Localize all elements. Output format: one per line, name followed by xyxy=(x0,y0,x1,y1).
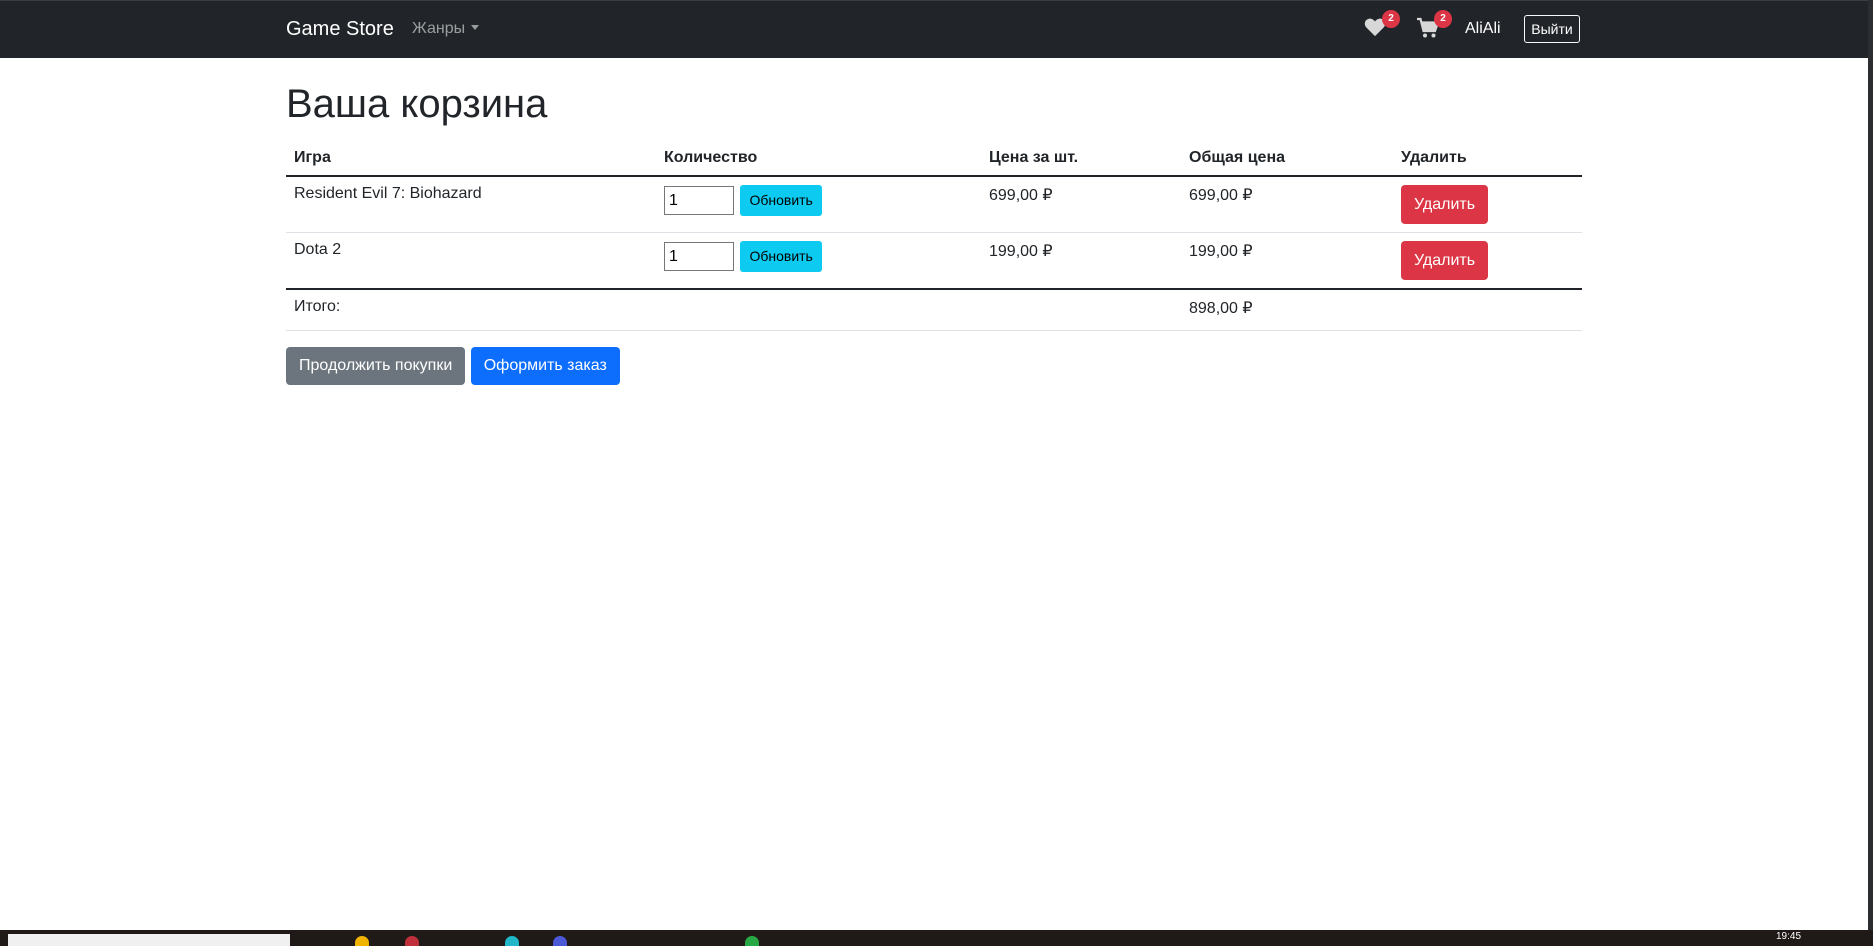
column-header-delete: Удалить xyxy=(1393,141,1582,177)
checkout-button[interactable]: Оформить заказ xyxy=(470,347,620,385)
taskbar-clock: 19:45 xyxy=(1776,931,1802,942)
cart-count-badge: 2 xyxy=(1434,10,1452,28)
total-row: Итого: 898,00 ₽ xyxy=(286,288,1582,331)
page: Game Store Жанры 2 2 AliAli Выйти Ваша к… xyxy=(0,0,1873,946)
genres-label: Жанры xyxy=(412,20,466,37)
cart-link[interactable]: 2 xyxy=(1416,10,1452,41)
unit-price: 199,00 ₽ xyxy=(981,232,1181,290)
username-link[interactable]: AliAli xyxy=(1465,20,1501,38)
quantity-input[interactable] xyxy=(664,242,734,271)
page-title: Ваша корзина xyxy=(286,82,548,126)
wishlist-link[interactable]: 2 xyxy=(1364,10,1400,41)
update-button[interactable]: Обновить xyxy=(740,241,822,272)
taskbar-search-box[interactable] xyxy=(8,934,290,946)
table-row: Resident Evil 7: Biohazard Обновить 699,… xyxy=(286,176,1582,233)
app-icon[interactable] xyxy=(553,936,567,946)
taskbar: 19:45 xyxy=(0,930,1873,946)
folder-icon[interactable] xyxy=(355,936,369,946)
logout-button[interactable]: Выйти xyxy=(1524,15,1580,43)
app-icon[interactable] xyxy=(745,936,759,946)
cart-table: Игра Количество Цена за шт. Общая цена У… xyxy=(286,141,1582,331)
quantity-input[interactable] xyxy=(664,186,734,215)
game-name: Dota 2 xyxy=(286,232,656,290)
column-header-unit-price: Цена за шт. xyxy=(981,141,1181,177)
game-name: Resident Evil 7: Biohazard xyxy=(286,176,656,233)
total-label: Итого: xyxy=(286,288,656,331)
navbar: Game Store Жанры 2 2 AliAli Выйти xyxy=(0,0,1873,58)
total-price: 199,00 ₽ xyxy=(1181,232,1393,290)
wishlist-count-badge: 2 xyxy=(1382,10,1400,28)
table-header-row: Игра Количество Цена за шт. Общая цена У… xyxy=(286,141,1582,177)
quantity-cell: Обновить xyxy=(656,232,981,290)
browser-scrollbar[interactable] xyxy=(1868,0,1873,930)
chevron-down-icon xyxy=(471,25,480,30)
table-row: Dota 2 Обновить 199,00 ₽ 199,00 ₽ Удалит… xyxy=(286,232,1582,290)
browser-viewport: Game Store Жанры 2 2 AliAli Выйти Ваша к… xyxy=(0,0,1873,946)
delete-cell: Удалить xyxy=(1393,232,1582,290)
opera-icon[interactable] xyxy=(405,936,419,946)
quantity-cell: Обновить xyxy=(656,176,981,233)
app-icon[interactable] xyxy=(505,936,519,946)
total-value: 898,00 ₽ xyxy=(1181,288,1393,331)
delete-cell: Удалить xyxy=(1393,176,1582,233)
unit-price: 699,00 ₽ xyxy=(981,176,1181,233)
update-button[interactable]: Обновить xyxy=(740,185,822,216)
cart-actions: Продолжить покупки Оформить заказ xyxy=(286,347,621,385)
delete-button[interactable]: Удалить xyxy=(1401,241,1489,280)
genres-dropdown[interactable]: Жанры xyxy=(412,20,480,38)
column-header-game: Игра xyxy=(286,141,656,177)
delete-button[interactable]: Удалить xyxy=(1401,185,1489,224)
column-header-total-price: Общая цена xyxy=(1181,141,1393,177)
total-price: 699,00 ₽ xyxy=(1181,176,1393,233)
continue-shopping-button[interactable]: Продолжить покупки xyxy=(286,347,466,385)
column-header-quantity: Количество xyxy=(656,141,981,177)
brand-link[interactable]: Game Store xyxy=(286,18,394,41)
